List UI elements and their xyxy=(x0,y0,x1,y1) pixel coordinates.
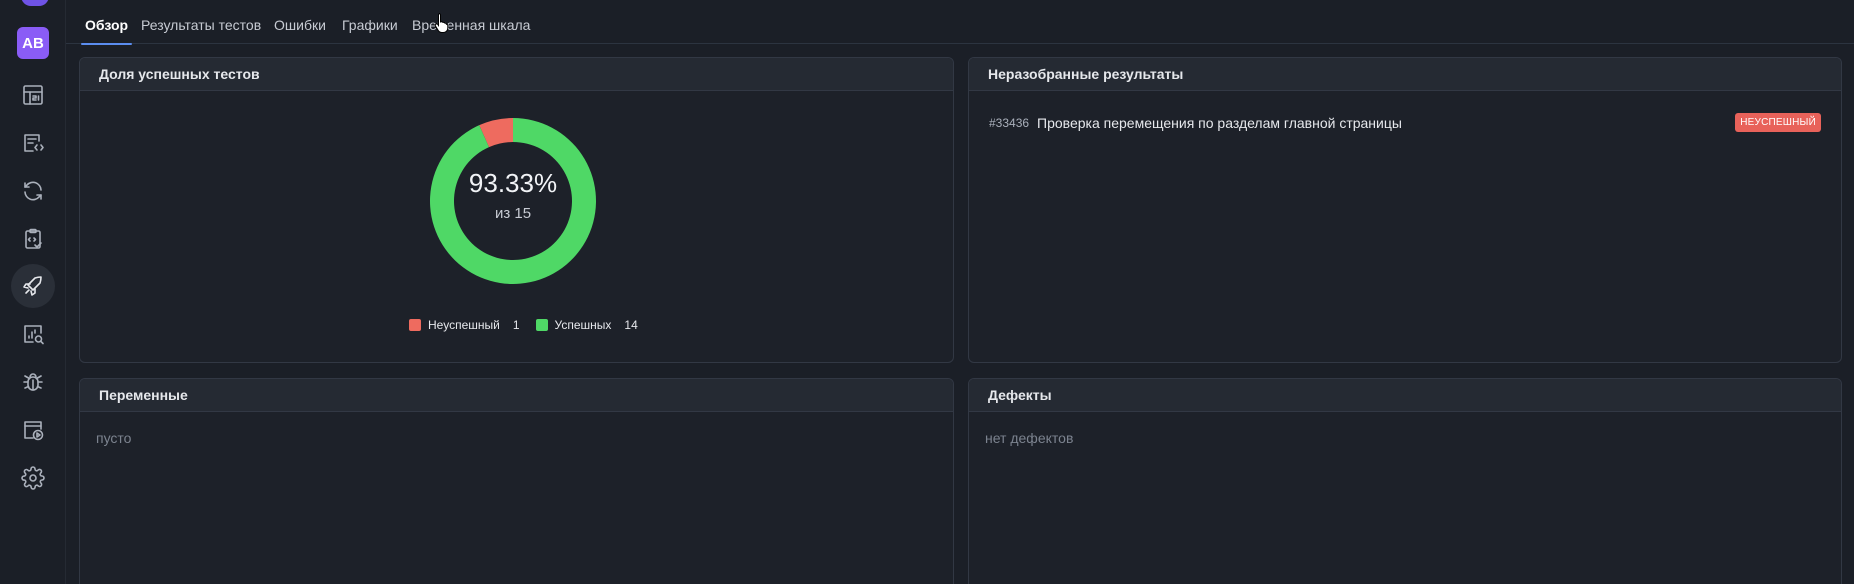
legend-count: 14 xyxy=(624,318,638,332)
legend-swatch-passed xyxy=(535,319,548,331)
legend-item-failed[interactable]: Неуспешный 1 xyxy=(409,318,520,332)
rocket-icon xyxy=(23,276,42,296)
checklist-icon xyxy=(25,228,42,249)
launches-nav-button[interactable] xyxy=(11,264,55,308)
sidebar: AB xyxy=(0,0,66,584)
analytics-nav-button[interactable] xyxy=(11,312,55,356)
success-rate-card: Доля успешных тестов 93.33% из 15 Неуспе… xyxy=(79,57,954,363)
defects-card: Дефекты нет дефектов xyxy=(968,378,1842,584)
settings-nav-button[interactable] xyxy=(11,456,55,500)
total-count: из 15 xyxy=(494,205,532,222)
variables-empty-text: пусто xyxy=(96,430,132,446)
tab-errors[interactable]: Ошибки xyxy=(274,0,326,44)
donut-center: 93.33% из 15 xyxy=(418,106,608,296)
test-cases-icon xyxy=(24,134,44,152)
tab-test-results[interactable]: Результаты тестов xyxy=(141,0,261,44)
hand-cursor-icon xyxy=(434,13,449,33)
tab-graphs[interactable]: Графики xyxy=(342,0,398,44)
legend-count: 1 xyxy=(512,318,520,332)
variables-title: Переменные xyxy=(80,379,953,412)
status-badge: НЕУСПЕШНЫЙ xyxy=(1735,113,1821,132)
legend-swatch-failed xyxy=(409,319,421,331)
jobs-nav-button[interactable] xyxy=(11,408,55,452)
tab-overview[interactable]: Обзор xyxy=(80,0,133,45)
unprocessed-results-card: Неразобранные результаты #33436 Проверка… xyxy=(968,57,1842,363)
test-cases-nav-button[interactable] xyxy=(11,121,55,165)
sync-nav-button[interactable] xyxy=(11,169,55,213)
dashboard-nav-button[interactable] xyxy=(11,73,55,117)
result-row[interactable]: #33436 Проверка перемещения по разделам … xyxy=(989,112,1821,134)
analytics-search-icon xyxy=(24,325,44,345)
success-rate-title: Доля успешных тестов xyxy=(80,58,953,91)
defects-empty-text: нет дефектов xyxy=(985,430,1074,446)
tab-timeline[interactable]: Временная шкала xyxy=(412,0,530,44)
bug-icon xyxy=(23,373,43,391)
unprocessed-results-title: Неразобранные результаты xyxy=(969,58,1841,91)
success-percent: 93.33% xyxy=(468,168,558,198)
gear-icon xyxy=(21,466,45,490)
logo[interactable] xyxy=(21,0,49,6)
result-id[interactable]: #33436 xyxy=(989,116,1029,130)
variables-card: Переменные пусто xyxy=(79,378,954,584)
chart-legend: Неуспешный 1 Успешных 14 xyxy=(409,318,638,332)
donut-chart: 93.33% из 15 xyxy=(418,106,608,296)
play-icon xyxy=(24,421,44,441)
sync-icon xyxy=(24,181,42,201)
tab-bar: Обзор Результаты тестов Ошибки Графики В… xyxy=(66,0,1854,45)
result-name[interactable]: Проверка перемещения по разделам главной… xyxy=(1037,115,1402,131)
legend-label: Успешных xyxy=(554,318,612,332)
defects-title: Дефекты xyxy=(969,379,1841,412)
checklist-nav-button[interactable] xyxy=(11,217,55,261)
avatar[interactable]: AB xyxy=(17,27,49,59)
legend-label: Неуспешный xyxy=(428,318,500,332)
dashboard-icon xyxy=(23,85,43,105)
legend-item-passed[interactable]: Успешных 14 xyxy=(535,318,638,332)
defects-nav-button[interactable] xyxy=(11,360,55,404)
